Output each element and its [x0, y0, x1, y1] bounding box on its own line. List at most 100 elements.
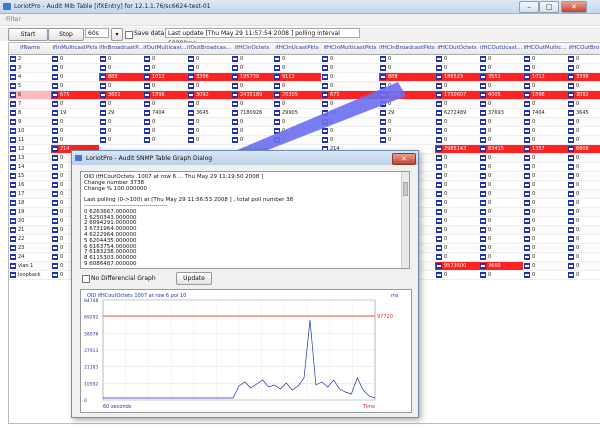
- dialog-text-area[interactable]: OID ifHCoutOctets .1007 at row 6 ... Thu…: [80, 171, 410, 269]
- cell-link-icon[interactable]: [436, 262, 442, 269]
- cell-link-icon[interactable]: [144, 82, 150, 89]
- column-header-12[interactable]: ifHCOutBro: [567, 43, 600, 55]
- cell-link-icon[interactable]: [480, 235, 486, 242]
- cell-link-icon[interactable]: [480, 55, 486, 62]
- cell-link-icon[interactable]: [380, 55, 386, 62]
- cell-link-icon[interactable]: [144, 109, 150, 116]
- table-row[interactable]: 2 0 0 0 0 0 0 0 0 0 0 0 0: [9, 55, 600, 64]
- cell-link-icon[interactable]: [52, 127, 58, 134]
- cell-link-icon[interactable]: [568, 136, 574, 143]
- cell-link-icon[interactable]: [188, 55, 194, 62]
- cell-link-icon[interactable]: [52, 226, 58, 233]
- cell-link-icon[interactable]: [232, 136, 238, 143]
- cell-link-icon[interactable]: [524, 199, 530, 206]
- cell-link-icon[interactable]: [322, 109, 328, 116]
- cell-link-icon[interactable]: [380, 100, 386, 107]
- cell-link-icon[interactable]: [144, 100, 150, 107]
- cell-link-icon[interactable]: [322, 127, 328, 134]
- cell-link-icon[interactable]: [274, 64, 280, 71]
- cell-link-icon[interactable]: [10, 271, 16, 278]
- cell-link-icon[interactable]: [188, 109, 194, 116]
- cell-link-icon[interactable]: [100, 136, 106, 143]
- cell-link-icon[interactable]: [52, 181, 58, 188]
- cell-link-icon[interactable]: [232, 55, 238, 62]
- cell-link-icon[interactable]: [480, 136, 486, 143]
- cell-link-icon[interactable]: [52, 100, 58, 107]
- cell-link-icon[interactable]: [524, 118, 530, 125]
- cell-link-icon[interactable]: [52, 271, 58, 278]
- cell-link-icon[interactable]: [10, 100, 16, 107]
- cell-link-icon[interactable]: [524, 208, 530, 215]
- cell-link-icon[interactable]: [480, 145, 486, 152]
- cell-link-icon[interactable]: [524, 136, 530, 143]
- cell-link-icon[interactable]: [480, 154, 486, 161]
- cell-link-icon[interactable]: [380, 64, 386, 71]
- cell-link-icon[interactable]: [380, 73, 386, 80]
- cell-link-icon[interactable]: [52, 145, 58, 152]
- cell-link-icon[interactable]: [10, 172, 16, 179]
- cell-link-icon[interactable]: [436, 253, 442, 260]
- column-header-4[interactable]: ifOutBroadcas...: [187, 43, 232, 55]
- cell-link-icon[interactable]: [568, 82, 574, 89]
- cell-link-icon[interactable]: [480, 64, 486, 71]
- cell-link-icon[interactable]: [480, 208, 486, 215]
- cell-link-icon[interactable]: [436, 235, 442, 242]
- cell-link-icon[interactable]: [322, 64, 328, 71]
- cell-link-icon[interactable]: [568, 217, 574, 224]
- cell-link-icon[interactable]: [436, 91, 442, 98]
- cell-link-icon[interactable]: [568, 172, 574, 179]
- cell-link-icon[interactable]: [568, 73, 574, 80]
- cell-link-icon[interactable]: [100, 109, 106, 116]
- cell-link-icon[interactable]: [524, 181, 530, 188]
- cell-link-icon[interactable]: [380, 127, 386, 134]
- no-diff-graph-checkbox[interactable]: [82, 275, 90, 283]
- cell-link-icon[interactable]: [274, 136, 280, 143]
- cell-link-icon[interactable]: [568, 55, 574, 62]
- cell-link-icon[interactable]: [524, 145, 530, 152]
- cell-link-icon[interactable]: [10, 136, 16, 143]
- cell-link-icon[interactable]: [232, 82, 238, 89]
- cell-link-icon[interactable]: [568, 145, 574, 152]
- cell-link-icon[interactable]: [480, 190, 486, 197]
- cell-link-icon[interactable]: [480, 244, 486, 251]
- cell-link-icon[interactable]: [480, 226, 486, 233]
- cell-link-icon[interactable]: [436, 82, 442, 89]
- cell-link-icon[interactable]: [144, 91, 150, 98]
- cell-link-icon[interactable]: [480, 217, 486, 224]
- cell-link-icon[interactable]: [480, 163, 486, 170]
- column-header-2[interactable]: ifInBroadcastP...: [99, 43, 144, 55]
- cell-link-icon[interactable]: [188, 118, 194, 125]
- cell-link-icon[interactable]: [480, 253, 486, 260]
- close-button[interactable]: ✕: [561, 1, 587, 13]
- cell-link-icon[interactable]: [188, 73, 194, 80]
- cell-link-icon[interactable]: [480, 82, 486, 89]
- interval-picker-button[interactable]: ▾: [111, 28, 123, 41]
- cell-link-icon[interactable]: [524, 100, 530, 107]
- cell-link-icon[interactable]: [232, 100, 238, 107]
- cell-link-icon[interactable]: [232, 109, 238, 116]
- cell-link-icon[interactable]: [524, 253, 530, 260]
- cell-link-icon[interactable]: [568, 244, 574, 251]
- cell-link-icon[interactable]: [100, 82, 106, 89]
- cell-link-icon[interactable]: [52, 118, 58, 125]
- cell-link-icon[interactable]: [380, 136, 386, 143]
- update-button[interactable]: Update: [176, 272, 212, 285]
- scroll-thumb[interactable]: [403, 182, 408, 196]
- cell-link-icon[interactable]: [100, 73, 106, 80]
- start-button[interactable]: Start: [8, 28, 48, 41]
- cell-link-icon[interactable]: [10, 154, 16, 161]
- cell-link-icon[interactable]: [480, 100, 486, 107]
- save-data-checkbox[interactable]: [125, 31, 133, 39]
- menu-filter[interactable]: Filter: [6, 16, 21, 23]
- column-header-5[interactable]: ifHCInOctets: [231, 43, 274, 55]
- cell-link-icon[interactable]: [524, 154, 530, 161]
- cell-link-icon[interactable]: [568, 271, 574, 278]
- cell-link-icon[interactable]: [436, 100, 442, 107]
- cell-link-icon[interactable]: [436, 244, 442, 251]
- column-header-1[interactable]: ifInMulticastPkts: [51, 43, 100, 55]
- cell-link-icon[interactable]: [188, 64, 194, 71]
- table-row[interactable]: 4 0 888 1012 3396 195739 9112 0 888 186523 3551 101…: [9, 73, 600, 82]
- dialog-scrollbar[interactable]: [401, 172, 409, 268]
- cell-link-icon[interactable]: [10, 73, 16, 80]
- cell-link-icon[interactable]: [436, 199, 442, 206]
